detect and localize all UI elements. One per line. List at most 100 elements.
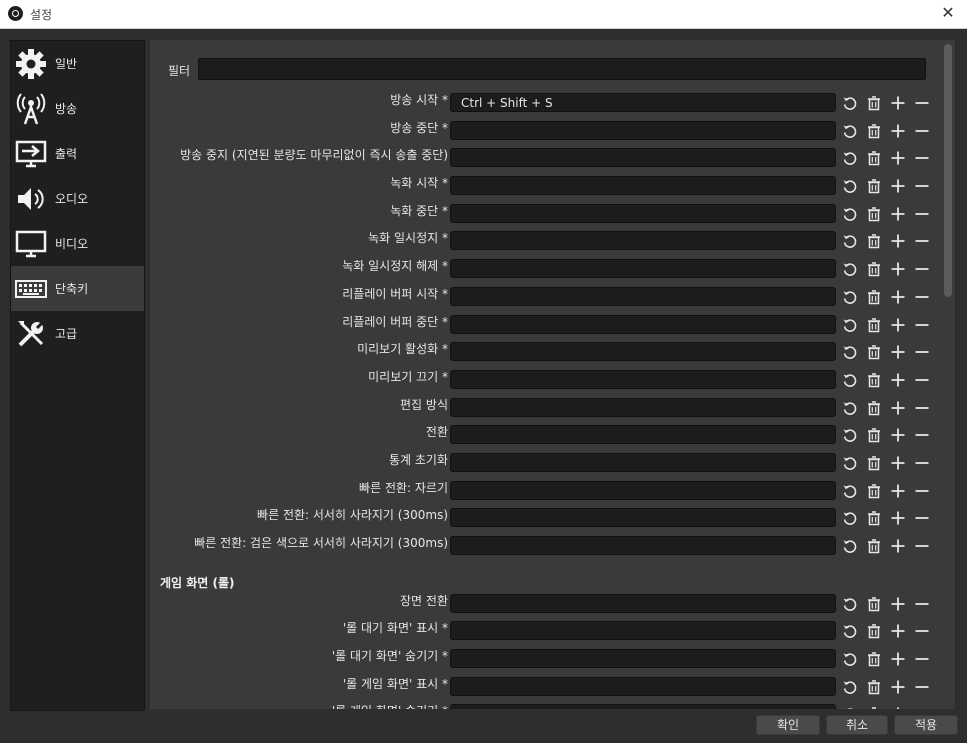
sidebar-item-audio[interactable]: 오디오 <box>11 176 144 221</box>
trash-icon[interactable] <box>864 453 884 473</box>
plus-icon[interactable] <box>888 425 908 445</box>
plus-icon[interactable] <box>888 204 908 224</box>
plus-icon[interactable] <box>888 148 908 168</box>
close-icon[interactable]: ✕ <box>937 2 959 24</box>
revert-icon[interactable] <box>840 425 860 445</box>
trash-icon[interactable] <box>864 231 884 251</box>
minus-icon[interactable] <box>912 342 932 362</box>
hotkey-input[interactable] <box>450 314 836 334</box>
trash-icon[interactable] <box>864 594 884 614</box>
trash-icon[interactable] <box>864 398 884 418</box>
hotkey-input[interactable] <box>450 593 836 613</box>
trash-icon[interactable] <box>864 621 884 641</box>
minus-icon[interactable] <box>912 649 932 669</box>
revert-icon[interactable] <box>840 649 860 669</box>
trash-icon[interactable] <box>864 259 884 279</box>
trash-icon[interactable] <box>864 536 884 556</box>
revert-icon[interactable] <box>840 315 860 335</box>
filter-input[interactable] <box>198 58 926 80</box>
trash-icon[interactable] <box>864 677 884 697</box>
hotkey-input[interactable] <box>450 676 836 696</box>
plus-icon[interactable] <box>888 508 908 528</box>
plus-icon[interactable] <box>888 176 908 196</box>
minus-icon[interactable] <box>912 370 932 390</box>
revert-icon[interactable] <box>840 259 860 279</box>
minus-icon[interactable] <box>912 204 932 224</box>
hotkey-input[interactable]: Ctrl + Shift + S <box>450 93 836 112</box>
revert-icon[interactable] <box>840 398 860 418</box>
sidebar-item-video[interactable]: 비디오 <box>11 221 144 266</box>
revert-icon[interactable] <box>840 481 860 501</box>
hotkey-input[interactable] <box>450 203 836 223</box>
hotkey-input[interactable] <box>450 621 836 641</box>
minus-icon[interactable] <box>912 508 932 528</box>
cancel-button[interactable]: 취소 <box>826 715 888 735</box>
hotkey-input[interactable] <box>450 369 836 389</box>
plus-icon[interactable] <box>888 677 908 697</box>
revert-icon[interactable] <box>840 536 860 556</box>
revert-icon[interactable] <box>840 231 860 251</box>
trash-icon[interactable] <box>864 342 884 362</box>
revert-icon[interactable] <box>840 121 860 141</box>
plus-icon[interactable] <box>888 121 908 141</box>
minus-icon[interactable] <box>912 148 932 168</box>
plus-icon[interactable] <box>888 287 908 307</box>
hotkey-input[interactable] <box>450 425 836 445</box>
hotkey-input[interactable] <box>450 231 836 251</box>
plus-icon[interactable] <box>888 259 908 279</box>
trash-icon[interactable] <box>864 649 884 669</box>
sidebar-item-stream[interactable]: 방송 <box>11 86 144 131</box>
plus-icon[interactable] <box>888 594 908 614</box>
minus-icon[interactable] <box>912 398 932 418</box>
hotkey-input[interactable] <box>450 397 836 417</box>
hotkey-input[interactable] <box>450 649 836 669</box>
plus-icon[interactable] <box>888 398 908 418</box>
minus-icon[interactable] <box>912 481 932 501</box>
scrollbar-thumb[interactable] <box>944 44 952 297</box>
plus-icon[interactable] <box>888 453 908 473</box>
minus-icon[interactable] <box>912 315 932 335</box>
plus-icon[interactable] <box>888 649 908 669</box>
trash-icon[interactable] <box>864 315 884 335</box>
hotkey-input[interactable] <box>450 176 836 196</box>
plus-icon[interactable] <box>888 704 908 709</box>
trash-icon[interactable] <box>864 93 884 113</box>
trash-icon[interactable] <box>864 176 884 196</box>
hotkey-input[interactable] <box>450 286 836 306</box>
hotkey-input[interactable] <box>450 480 836 500</box>
hotkey-input[interactable] <box>450 704 836 709</box>
minus-icon[interactable] <box>912 121 932 141</box>
revert-icon[interactable] <box>840 370 860 390</box>
trash-icon[interactable] <box>864 704 884 709</box>
revert-icon[interactable] <box>840 621 860 641</box>
plus-icon[interactable] <box>888 621 908 641</box>
revert-icon[interactable] <box>840 453 860 473</box>
hotkey-input[interactable] <box>450 148 836 168</box>
trash-icon[interactable] <box>864 508 884 528</box>
trash-icon[interactable] <box>864 370 884 390</box>
sidebar-item-advanced[interactable]: 고급 <box>11 311 144 356</box>
trash-icon[interactable] <box>864 204 884 224</box>
revert-icon[interactable] <box>840 594 860 614</box>
minus-icon[interactable] <box>912 259 932 279</box>
minus-icon[interactable] <box>912 176 932 196</box>
revert-icon[interactable] <box>840 176 860 196</box>
trash-icon[interactable] <box>864 425 884 445</box>
sidebar-item-output[interactable]: 출력 <box>11 131 144 176</box>
minus-icon[interactable] <box>912 93 932 113</box>
minus-icon[interactable] <box>912 704 932 709</box>
plus-icon[interactable] <box>888 481 908 501</box>
plus-icon[interactable] <box>888 231 908 251</box>
minus-icon[interactable] <box>912 594 932 614</box>
trash-icon[interactable] <box>864 121 884 141</box>
revert-icon[interactable] <box>840 508 860 528</box>
hotkey-input[interactable] <box>450 259 836 279</box>
revert-icon[interactable] <box>840 93 860 113</box>
sidebar-item-hotkeys[interactable]: 단축키 <box>11 266 144 311</box>
sidebar-item-general[interactable]: 일반 <box>11 41 144 86</box>
trash-icon[interactable] <box>864 287 884 307</box>
hotkey-input[interactable] <box>450 508 836 528</box>
plus-icon[interactable] <box>888 370 908 390</box>
hotkey-input[interactable] <box>450 536 836 555</box>
minus-icon[interactable] <box>912 425 932 445</box>
